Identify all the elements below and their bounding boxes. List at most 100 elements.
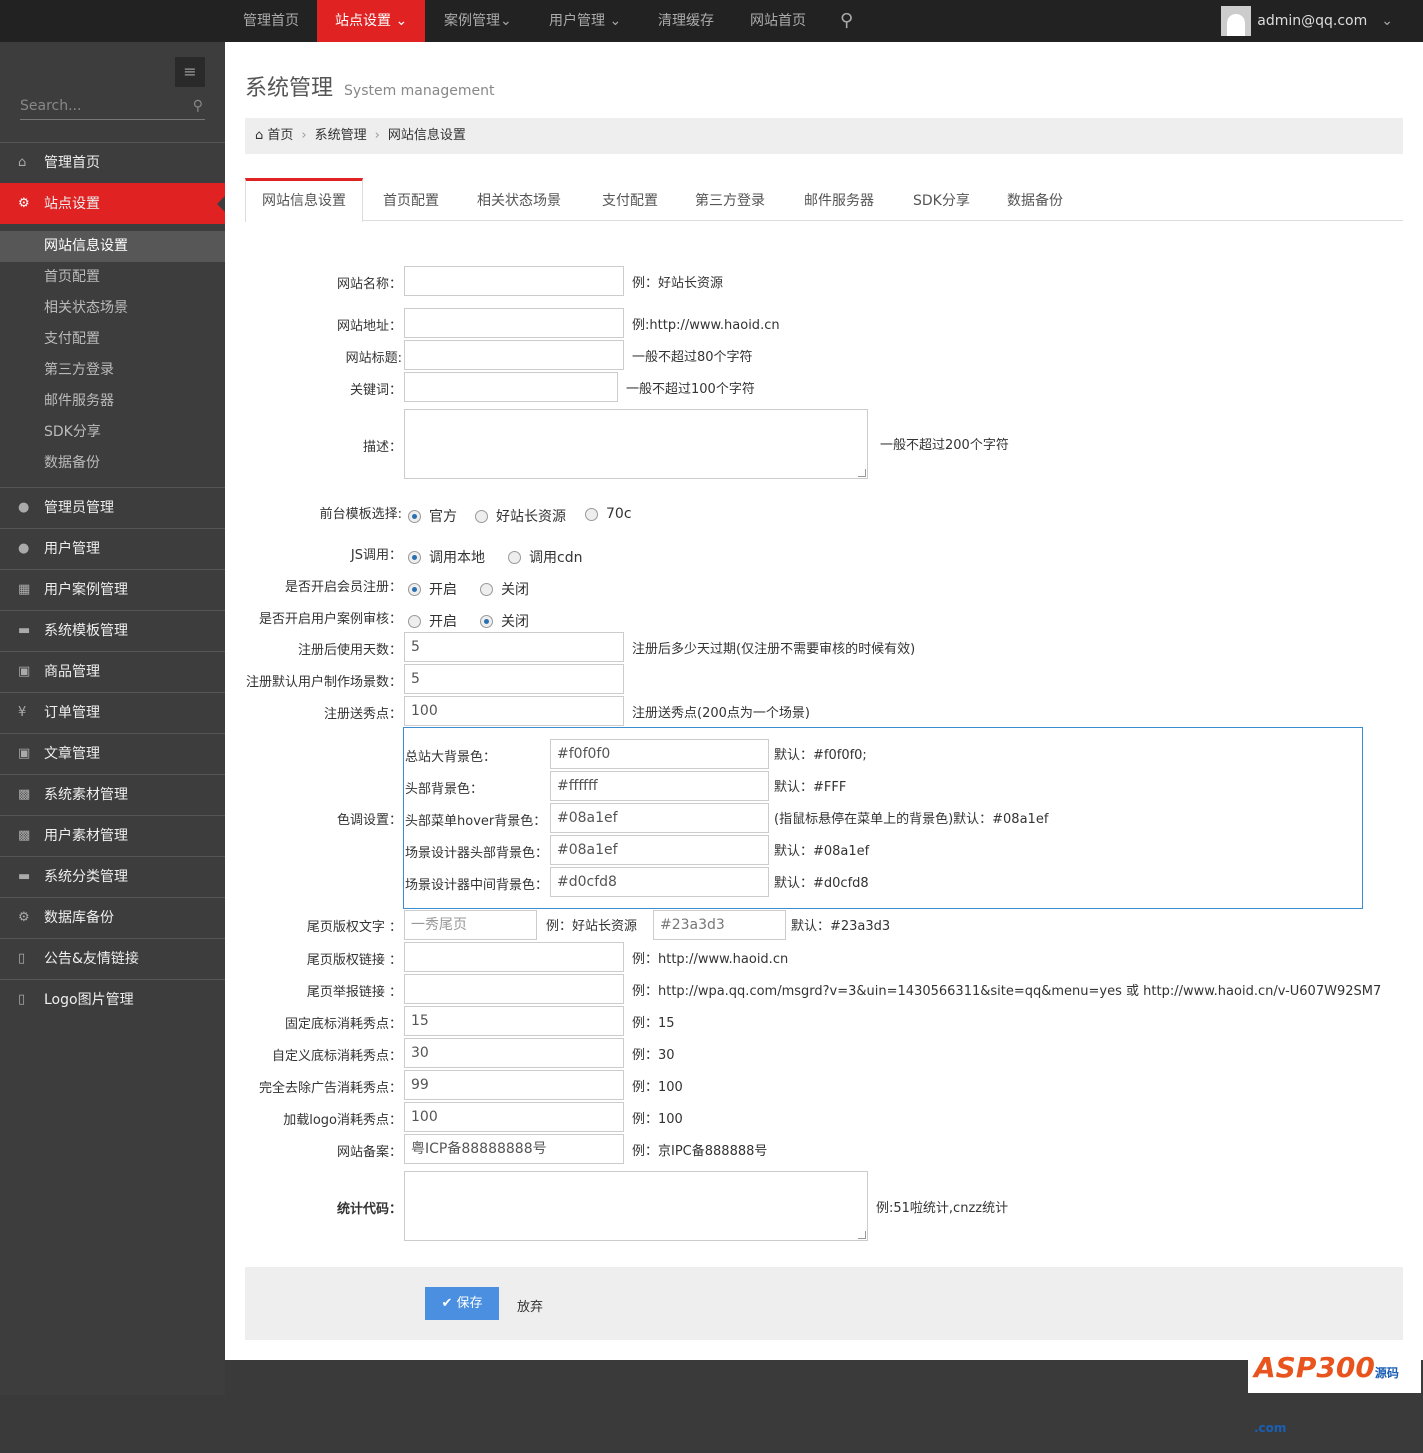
radio-label: 关闭 (501, 614, 529, 630)
text-input[interactable]: 5 (404, 632, 624, 662)
radio-button[interactable] (408, 614, 421, 628)
radio-option[interactable]: 关闭 (480, 611, 529, 631)
tab[interactable]: 支付配置 (586, 178, 674, 221)
text-input[interactable] (404, 266, 624, 296)
breadcrumb-system[interactable]: 系统管理 (315, 128, 367, 143)
sidebar-subitem[interactable]: 相关状态场景 (0, 293, 225, 324)
color-input[interactable]: #ffffff (550, 771, 769, 801)
radio-option[interactable]: 好站长资源 (475, 506, 566, 526)
radio-button[interactable] (408, 582, 421, 596)
radio-button[interactable] (480, 582, 493, 596)
sidebar-subitem[interactable]: 邮件服务器 (0, 386, 225, 417)
sidebar-item[interactable]: ▩ 系统素材管理 (0, 774, 225, 815)
text-input[interactable]: 100 (404, 696, 624, 726)
menu-icon: ▩ (18, 828, 31, 843)
sidebar-item[interactable]: ▯ 公告&友情链接 (0, 938, 225, 979)
radio-option[interactable]: 调用本地 (408, 547, 485, 567)
radio-button[interactable] (408, 550, 421, 564)
sidebar-item[interactable]: ⚙ 站点设置 (0, 183, 225, 224)
sidebar-subitem[interactable]: 首页配置 (0, 262, 225, 293)
tab[interactable]: 数据备份 (991, 178, 1079, 221)
text-input[interactable]: 15 (404, 1006, 624, 1036)
tab[interactable]: 第三方登录 (679, 178, 781, 221)
sidebar-item[interactable]: ▯ Logo图片管理 (0, 979, 225, 1020)
sidebar-item[interactable]: ▣ 文章管理 (0, 733, 225, 774)
menu-icon: ⚙ (18, 196, 30, 211)
sidebar-item[interactable]: ⌂ 管理首页 (0, 142, 225, 183)
stats-code-textarea[interactable] (404, 1171, 868, 1241)
color-input[interactable]: #08a1ef (550, 803, 769, 833)
color-input[interactable]: #d0cfd8 (550, 867, 769, 897)
radio-option[interactable]: 开启 (408, 579, 457, 599)
text-input[interactable]: 99 (404, 1070, 624, 1100)
menu-icon: ▣ (18, 746, 31, 761)
radio-button[interactable] (480, 614, 493, 628)
user-menu[interactable]: admin@qq.com ⌄ (1221, 5, 1393, 37)
sidebar-item[interactable]: ¥ 订单管理 (0, 692, 225, 733)
field-label: 注册后使用天数： (297, 643, 402, 658)
topnav-site-home[interactable]: 网站首页 (732, 0, 824, 42)
field-label: 尾页举报链接 ： (306, 985, 402, 1000)
footer-text-input[interactable]: 一秀尾页 (404, 910, 537, 940)
text-input[interactable]: 粤ICP备88888888号 (404, 1134, 624, 1164)
breadcrumb-home[interactable]: ⌂ 首页 (255, 128, 293, 143)
cancel-button[interactable]: 放弃 (517, 1296, 543, 1315)
radio-option[interactable]: 开启 (408, 611, 457, 631)
footer-color-input[interactable]: #23a3d3 (653, 910, 786, 940)
text-input[interactable]: 30 (404, 1038, 624, 1068)
sidebar-subitem[interactable]: 第三方登录 (0, 355, 225, 386)
sidebar-item[interactable]: ⚙ 数据库备份 (0, 897, 225, 938)
color-input[interactable]: #f0f0f0 (550, 739, 769, 769)
radio-button[interactable] (475, 509, 488, 523)
sidebar-subitem[interactable]: 支付配置 (0, 324, 225, 355)
sidebar-item-label: Logo图片管理 (44, 992, 134, 1008)
radio-label: 调用本地 (429, 550, 485, 566)
text-input[interactable] (404, 340, 624, 370)
topnav-user-management[interactable]: 用户管理 ⌄ (531, 0, 639, 42)
text-input[interactable] (404, 974, 624, 1004)
menu-toggle-icon[interactable]: ≡ (175, 57, 205, 87)
radio-option[interactable]: 70c (585, 506, 632, 522)
topnav-home[interactable]: 管理首页 (225, 0, 317, 42)
tab[interactable]: 首页配置 (367, 178, 455, 221)
sidebar-search-input[interactable]: Search... ⚲ (20, 98, 205, 120)
text-input[interactable] (404, 942, 624, 972)
text-input[interactable] (404, 372, 618, 402)
tab[interactable]: SDK分享 (897, 178, 986, 221)
text-input[interactable] (404, 308, 624, 338)
text-input[interactable]: 100 (404, 1102, 624, 1132)
search-icon[interactable]: ⚲ (822, 0, 871, 42)
sidebar-subitem[interactable]: SDK分享 (0, 417, 225, 448)
sidebar-item-label: 用户管理 (44, 541, 100, 557)
page-title-text: 系统管理 (245, 76, 334, 101)
radio-button[interactable] (585, 507, 598, 521)
save-label: 保存 (456, 1296, 483, 1311)
radio-option[interactable]: 关闭 (480, 579, 529, 599)
radio-button[interactable] (408, 509, 421, 523)
sidebar-item[interactable]: ▬ 系统分类管理 (0, 856, 225, 897)
color-input[interactable]: #08a1ef (550, 835, 769, 865)
sidebar-item[interactable]: ▬ 系统模板管理 (0, 610, 225, 651)
sidebar-item[interactable]: ● 用户管理 (0, 528, 225, 569)
sidebar-item[interactable]: ● 管理员管理 (0, 487, 225, 528)
radio-option[interactable]: 官方 (408, 506, 457, 526)
sidebar-item[interactable]: ▩ 用户素材管理 (0, 815, 225, 856)
sidebar-subitem[interactable]: 网站信息设置 (0, 231, 225, 262)
description-textarea[interactable] (404, 409, 868, 479)
topnav-case-management[interactable]: 案例管理⌄ (426, 0, 530, 42)
topnav-site-settings[interactable]: 站点设置 ⌄ (317, 0, 426, 42)
radio-option[interactable]: 调用cdn (508, 547, 582, 567)
tab[interactable]: 相关状态场景 (461, 178, 577, 221)
save-button[interactable]: ✔ 保存 (425, 1287, 499, 1320)
field-label: 网站名称： (336, 277, 402, 292)
tab[interactable]: 网站信息设置 (245, 178, 363, 222)
text-input[interactable]: 5 (404, 664, 624, 694)
sidebar-subitem[interactable]: 数据备份 (0, 448, 225, 479)
sidebar-item[interactable]: ▣ 商品管理 (0, 651, 225, 692)
tab[interactable]: 邮件服务器 (788, 178, 890, 221)
field-hint: 默认：#23a3d3 (791, 919, 891, 934)
topnav-clear-cache[interactable]: 清理缓存 (640, 0, 732, 42)
breadcrumb-current: 网站信息设置 (387, 128, 466, 143)
sidebar-item[interactable]: ▦ 用户案例管理 (0, 569, 225, 610)
radio-button[interactable] (508, 550, 521, 564)
